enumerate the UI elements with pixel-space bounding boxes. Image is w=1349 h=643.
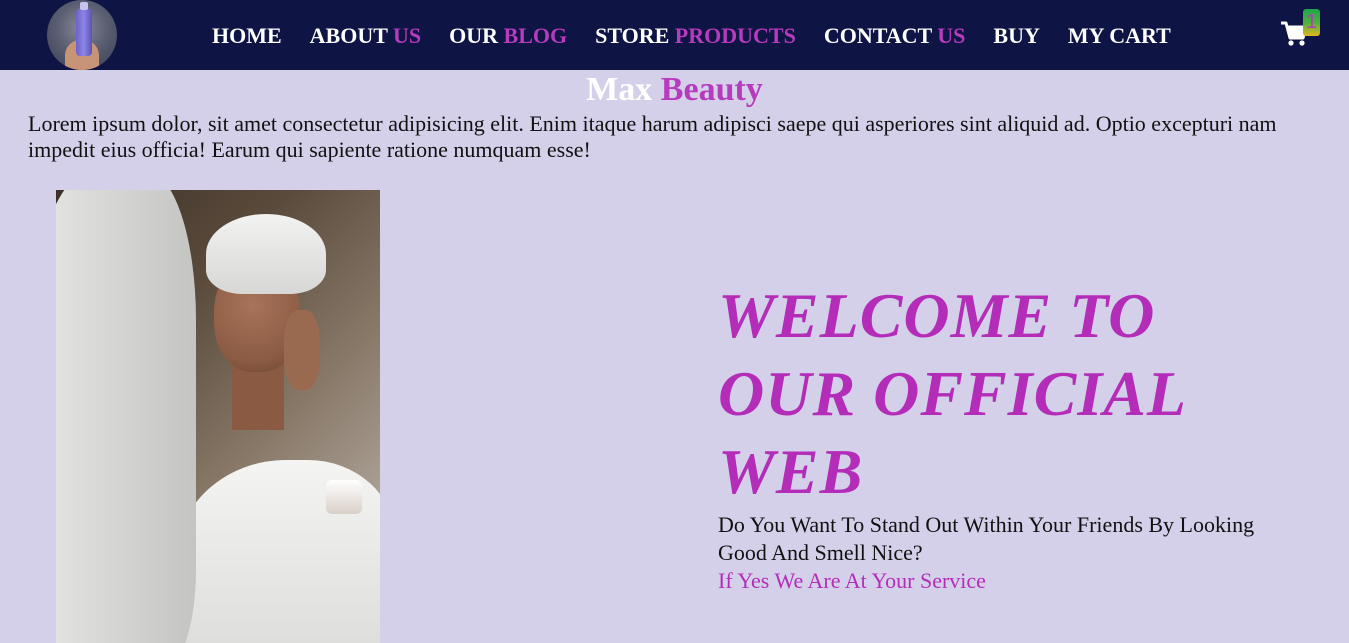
hero-service-line: If Yes We Are At Your Service xyxy=(718,568,986,593)
nav-blog-label: OUR xyxy=(449,23,504,48)
nav-home[interactable]: HOME xyxy=(212,21,282,51)
head-towel-shape xyxy=(206,214,326,294)
nav-store-accent: PRODUCTS xyxy=(674,23,796,48)
nav-contact-label: CONTACT xyxy=(823,23,938,48)
cart-count-badge: 1 xyxy=(1303,9,1320,36)
nav-about-label: ABOUT xyxy=(309,23,394,48)
mirror-reflection-shape xyxy=(56,190,196,643)
nav-buy[interactable]: BUY xyxy=(993,21,1039,51)
brand-part-2: Beauty xyxy=(660,71,763,108)
intro-text: Lorem ipsum dolor, sit amet consectetur … xyxy=(28,111,1277,162)
nav-buy-label: BUY xyxy=(993,23,1040,48)
nav-home-label: HOME xyxy=(212,23,282,48)
nav-store-products[interactable]: STORE PRODUCTS xyxy=(595,21,796,51)
nav-contact-us[interactable]: CONTACT US xyxy=(824,21,966,51)
nav-about-accent: US xyxy=(393,23,422,48)
nav-contact-accent: US xyxy=(937,23,966,48)
nav-links: HOME ABOUT US OUR BLOG STORE PRODUCTS CO… xyxy=(212,21,1199,51)
nav-our-blog[interactable]: OUR BLOG xyxy=(449,21,567,51)
nav-cart-label: MY CART xyxy=(1067,23,1171,48)
hero-title: WELCOME TO OUR OFFICIAL WEB xyxy=(718,280,1185,507)
hand-shape xyxy=(284,310,320,390)
navbar: HOME ABOUT US OUR BLOG STORE PRODUCTS CO… xyxy=(0,0,1349,70)
lotion-bottle-icon xyxy=(76,8,92,56)
cream-jar-shape xyxy=(326,480,362,514)
brand-title: Max Beauty xyxy=(0,70,1349,110)
logo[interactable] xyxy=(47,0,117,70)
nav-blog-accent: BLOG xyxy=(503,23,568,48)
nav-my-cart[interactable]: MY CART xyxy=(1068,21,1171,51)
woman-skincare-image xyxy=(56,190,380,643)
hero-subtitle: Do You Want To Stand Out Within Your Fri… xyxy=(718,512,1255,565)
nav-store-label: STORE xyxy=(595,23,675,48)
bottle-cap xyxy=(80,2,88,10)
brand-part-1: Max xyxy=(586,71,661,108)
nav-about-us[interactable]: ABOUT US xyxy=(310,21,421,51)
